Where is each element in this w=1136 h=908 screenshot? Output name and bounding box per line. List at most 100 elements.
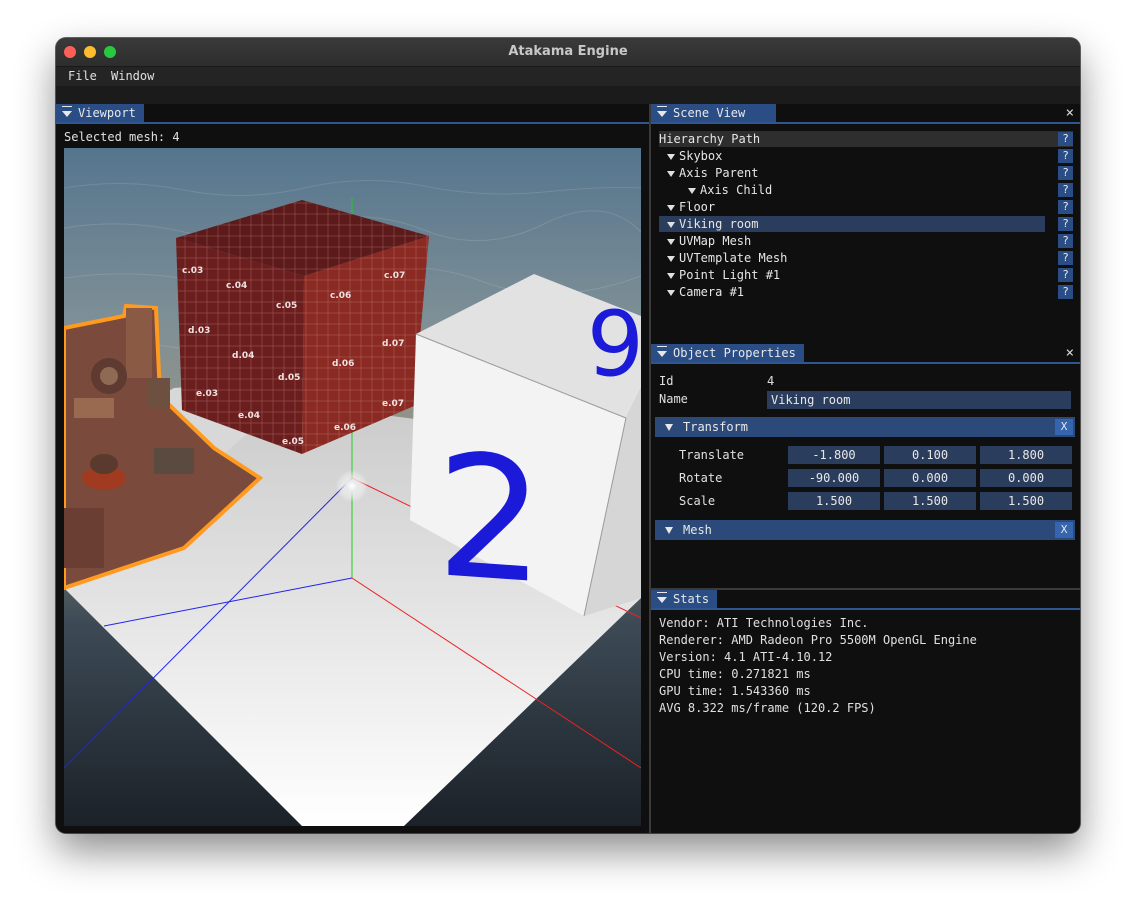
selected-mesh-label: Selected mesh: 4 (64, 130, 180, 144)
translate-z-field[interactable]: 1.800 (980, 446, 1072, 464)
expand-arrow-icon[interactable] (667, 170, 675, 177)
id-value: 4 (767, 374, 775, 388)
tex-label: d.06 (332, 359, 354, 369)
close-icon[interactable]: × (1066, 104, 1074, 122)
transform-section-header[interactable]: Transform X (655, 417, 1075, 437)
expand-arrow-icon[interactable] (667, 153, 675, 160)
rotate-x-field[interactable]: -90.000 (788, 469, 880, 487)
tab-object-properties[interactable]: Object Properties (651, 344, 804, 362)
expand-arrow-icon[interactable] (667, 255, 675, 262)
tab-scene-view[interactable]: Scene View (651, 104, 777, 122)
translate-y-field[interactable]: 0.100 (884, 446, 976, 464)
tree-item-axis-parent[interactable]: Axis Parent ? (659, 165, 1073, 181)
expand-arrow-icon[interactable] (667, 272, 675, 279)
title-bar[interactable]: Atakama Engine (56, 38, 1080, 67)
tree-item-uvmap-mesh[interactable]: UVMap Mesh ? (659, 233, 1073, 249)
uvtemplate-cube[interactable]: 2 6 (410, 274, 644, 623)
tree-item-axis-child[interactable]: Axis Child ? (659, 182, 1073, 198)
tree-item-label: Viking room (679, 217, 759, 231)
scene-view-tabbar: Scene View × (651, 104, 1080, 124)
scale-y-field[interactable]: 1.500 (884, 492, 976, 510)
rotate-y-field[interactable]: 0.000 (884, 469, 976, 487)
stat-gpu-time: GPU time: 1.543360 ms (659, 684, 811, 698)
tab-scene-view-label: Scene View (673, 106, 746, 120)
menu-window[interactable]: Window (111, 69, 154, 83)
help-button[interactable]: ? (1058, 132, 1073, 146)
tree-item-label: UVTemplate Mesh (679, 251, 788, 265)
tex-label: c.07 (384, 271, 405, 281)
help-button[interactable]: ? (1058, 268, 1073, 282)
tex-label: e.05 (282, 437, 304, 447)
stat-version: Version: 4.1 ATI-4.10.12 (659, 650, 833, 664)
tab-viewport[interactable]: Viewport (56, 104, 144, 122)
point-light-gizmo[interactable] (336, 470, 368, 502)
collapse-arrow-icon[interactable] (657, 597, 667, 603)
translate-x-field[interactable]: -1.800 (788, 446, 880, 464)
window-title: Atakama Engine (508, 44, 628, 59)
collapse-arrow-icon[interactable] (657, 351, 667, 357)
expand-arrow-icon[interactable] (667, 221, 675, 228)
collapse-arrow-icon[interactable] (665, 424, 673, 431)
close-icon[interactable]: × (1066, 344, 1074, 362)
expand-arrow-icon[interactable] (667, 204, 675, 211)
viewport-tabbar: Viewport (56, 104, 649, 124)
tree-item-label: Axis Child (700, 183, 773, 197)
tree-item-label: Floor (679, 200, 716, 214)
viewport-render[interactable]: c.03 c.04 c.05 c.06 c.07 d.03 d.04 d.05 … (62, 148, 644, 826)
tree-item-skybox[interactable]: Skybox ? (659, 148, 1073, 164)
tex-label: e.07 (382, 399, 404, 409)
rotate-label: Rotate (679, 471, 723, 485)
scale-x-field[interactable]: 1.500 (788, 492, 880, 510)
collapse-bar-icon (62, 106, 72, 107)
help-button[interactable]: ? (1058, 166, 1073, 180)
tree-item-camera[interactable]: Camera #1 ? (659, 284, 1073, 300)
help-button[interactable]: ? (1058, 149, 1073, 163)
rotate-z-field[interactable]: 0.000 (980, 469, 1072, 487)
help-button[interactable]: ? (1058, 234, 1073, 248)
tex-label: d.03 (188, 326, 210, 336)
id-label: Id (659, 374, 674, 388)
app-window: Atakama Engine File Window Viewport Sele… (56, 38, 1080, 833)
help-button[interactable]: ? (1058, 183, 1073, 197)
collapse-arrow-icon[interactable] (62, 111, 72, 117)
stat-cpu-time: CPU time: 0.271821 ms (659, 667, 811, 681)
tree-item-uvtemplate-mesh[interactable]: UVTemplate Mesh ? (659, 250, 1073, 266)
help-button[interactable]: ? (1058, 285, 1073, 299)
tree-item-label: Point Light #1 (679, 268, 781, 282)
name-label: Name (659, 392, 688, 406)
tree-item-label: Axis Parent (679, 166, 759, 180)
toolbar-area (56, 86, 1080, 104)
expand-arrow-icon[interactable] (667, 238, 675, 245)
collapse-arrow-icon[interactable] (665, 527, 673, 534)
scale-label: Scale (679, 494, 716, 508)
tex-label: e.03 (196, 389, 218, 399)
remove-mesh-button[interactable]: X (1055, 522, 1073, 538)
scale-z-field[interactable]: 1.500 (980, 492, 1072, 510)
tree-item-viking-room[interactable]: Viking room (659, 216, 1045, 232)
help-button[interactable]: ? (1058, 200, 1073, 214)
tex-label: d.04 (232, 351, 254, 361)
expand-arrow-icon[interactable] (667, 289, 675, 296)
tree-item-label: Skybox (679, 149, 723, 163)
remove-transform-button[interactable]: X (1055, 419, 1073, 435)
viewport-panel: Viewport Selected mesh: 4 c.03 c.04 c.05… (56, 104, 649, 833)
tab-stats-label: Stats (673, 592, 710, 606)
tab-stats[interactable]: Stats (651, 590, 718, 608)
tex-label: c.05 (276, 301, 297, 311)
collapse-arrow-icon[interactable] (657, 111, 667, 117)
mesh-section-header[interactable]: Mesh X (655, 520, 1075, 540)
tree-item-floor[interactable]: Floor ? (659, 199, 1073, 215)
expand-arrow-icon[interactable] (688, 187, 696, 194)
hierarchy-header-label: Hierarchy Path (659, 132, 761, 146)
menu-bar: File Window (56, 67, 1080, 86)
name-field[interactable]: Viking room (767, 391, 1071, 409)
3d-viewport[interactable]: c.03 c.04 c.05 c.06 c.07 d.03 d.04 d.05 … (62, 148, 644, 826)
tex-label: e.06 (334, 423, 356, 433)
tab-object-properties-label: Object Properties (673, 346, 796, 360)
tree-item-point-light[interactable]: Point Light #1 ? (659, 267, 1073, 283)
tex-label: c.04 (226, 281, 247, 291)
help-button[interactable]: ? (1058, 217, 1073, 231)
menu-file[interactable]: File (68, 69, 97, 83)
tex-label: c.03 (182, 266, 203, 276)
help-button[interactable]: ? (1058, 251, 1073, 265)
